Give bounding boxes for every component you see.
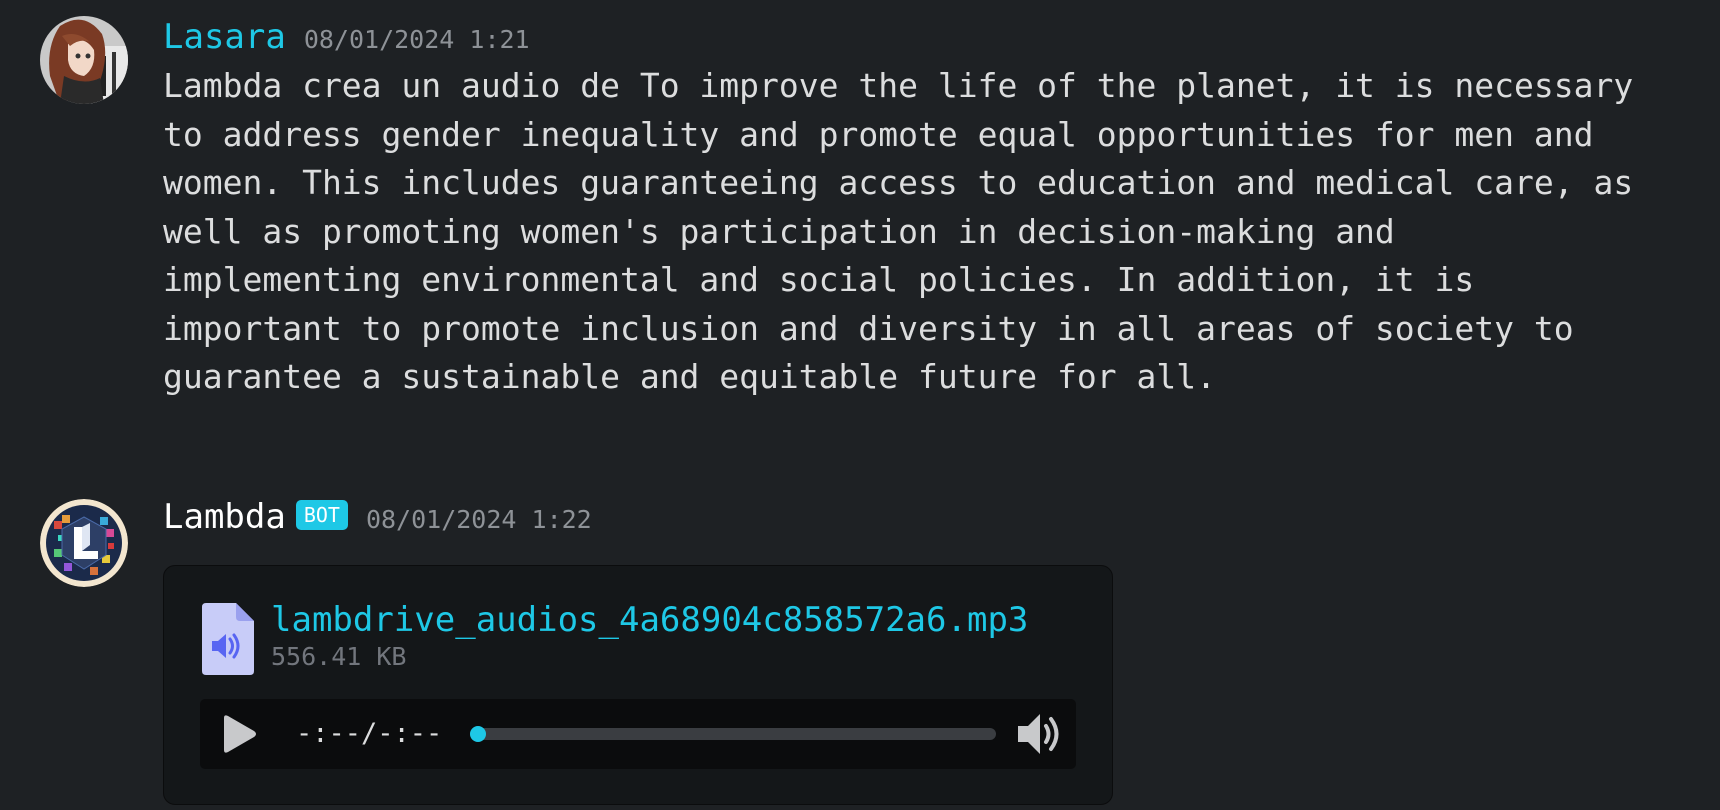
- audio-attachment: lambdrive_audios_4a68904c858572a6.mp3 55…: [163, 565, 1113, 805]
- audio-time: -:--/-:--: [296, 718, 443, 749]
- message-author[interactable]: Lambda: [163, 497, 286, 537]
- volume-icon[interactable]: [1016, 711, 1064, 757]
- message-content: Lambda crea un audio de To improve the l…: [163, 66, 1634, 396]
- bot-badge: BOT: [295, 500, 348, 530]
- message-timestamp: 08/01/2024 1:21: [303, 25, 530, 54]
- attachment-filename[interactable]: lambdrive_audios_4a68904c858572a6.mp3: [271, 599, 1028, 641]
- attachment-size: 556.41 KB: [271, 642, 407, 671]
- bot-avatar[interactable]: [40, 499, 128, 587]
- audio-progress-bar[interactable]: [470, 726, 996, 742]
- audio-file-icon: [200, 603, 254, 675]
- play-icon[interactable]: [220, 714, 258, 754]
- message-timestamp: 08/01/2024 1:22: [365, 505, 592, 534]
- user-avatar[interactable]: [40, 16, 128, 104]
- message-author[interactable]: Lasara: [163, 17, 286, 57]
- audio-progress-knob[interactable]: [470, 726, 486, 742]
- audio-player: -:--/-:--: [200, 699, 1076, 769]
